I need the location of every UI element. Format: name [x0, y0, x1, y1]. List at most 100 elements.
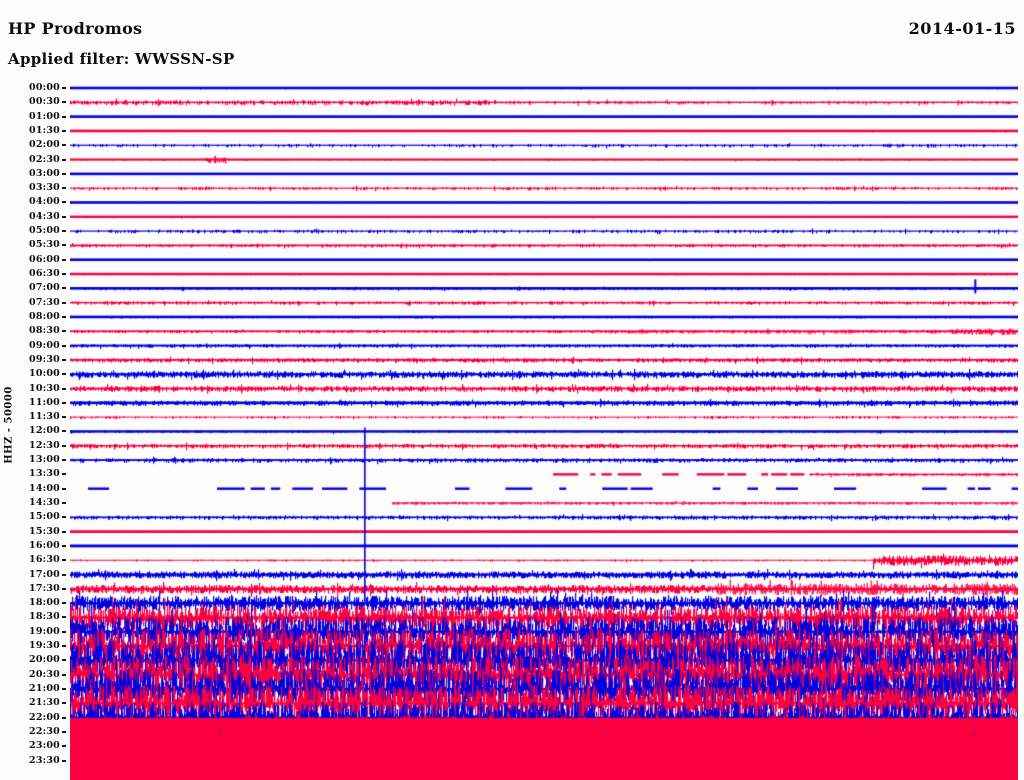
time-label: 02:30	[29, 153, 60, 165]
time-label: 19:00	[29, 625, 60, 637]
date-label: 2014-01-15	[908, 19, 1016, 38]
row-tick	[62, 745, 66, 748]
time-label: 20:00	[29, 654, 60, 666]
time-label: 06:00	[29, 253, 60, 265]
row-tick	[62, 172, 66, 175]
row-tick	[62, 444, 66, 447]
row-tick	[62, 730, 66, 733]
row-tick	[62, 559, 66, 562]
helicorder-page: HP Prodromos Applied filter: WWSSN-SP 20…	[0, 0, 1024, 780]
row-tick	[62, 416, 66, 419]
row-tick	[62, 759, 66, 762]
time-label: 19:30	[29, 640, 60, 652]
row-tick	[62, 501, 66, 504]
time-label: 14:00	[29, 482, 60, 494]
time-label: 15:00	[29, 511, 60, 523]
time-label: 22:00	[29, 711, 60, 723]
row-tick	[62, 373, 66, 376]
time-label: 03:30	[29, 182, 60, 194]
row-tick	[62, 630, 66, 633]
row-tick	[62, 201, 66, 204]
time-label: 10:30	[29, 382, 60, 394]
time-label: 01:00	[29, 110, 60, 122]
row-tick	[62, 315, 66, 318]
time-label: 17:30	[29, 582, 60, 594]
time-label: 20:30	[29, 668, 60, 680]
row-tick	[62, 587, 66, 590]
row-tick	[62, 430, 66, 433]
row-tick	[62, 115, 66, 118]
time-label: 21:30	[29, 697, 60, 709]
time-label: 14:30	[29, 496, 60, 508]
time-label: 16:00	[29, 539, 60, 551]
time-label: 17:00	[29, 568, 60, 580]
time-label: 01:30	[29, 124, 60, 136]
row-tick	[62, 401, 66, 404]
row-tick	[62, 602, 66, 605]
time-label: 23:00	[29, 740, 60, 752]
row-tick	[62, 358, 66, 361]
row-tick	[62, 387, 66, 390]
time-label: 12:00	[29, 425, 60, 437]
row-tick	[62, 144, 66, 147]
row-tick	[62, 230, 66, 233]
row-tick	[62, 459, 66, 462]
time-label: 07:30	[29, 296, 60, 308]
row-tick	[62, 215, 66, 218]
row-tick	[62, 473, 66, 476]
time-label: 02:00	[29, 139, 60, 151]
row-tick	[62, 487, 66, 490]
time-label: 03:00	[29, 167, 60, 179]
time-label: 00:30	[29, 96, 60, 108]
time-label: 13:00	[29, 454, 60, 466]
row-tick	[62, 516, 66, 519]
time-label: 21:00	[29, 683, 60, 695]
row-tick	[62, 87, 66, 89]
row-tick	[62, 659, 66, 662]
row-tick	[62, 702, 66, 705]
row-tick	[62, 301, 66, 304]
time-label: 04:00	[29, 196, 60, 208]
row-tick	[62, 244, 66, 247]
row-tick	[62, 273, 66, 276]
row-tick	[62, 258, 66, 261]
time-label: 16:30	[29, 554, 60, 566]
row-tick	[62, 344, 66, 347]
row-tick	[62, 616, 66, 619]
time-label: 05:00	[29, 225, 60, 237]
row-tick	[62, 688, 66, 691]
helicorder-traces	[70, 80, 1018, 780]
time-label: 22:30	[29, 725, 60, 737]
row-tick	[62, 158, 66, 161]
row-tick	[62, 530, 66, 533]
time-label: 09:30	[29, 353, 60, 365]
row-tick	[62, 187, 66, 190]
time-label: 08:00	[29, 310, 60, 322]
time-label: 10:00	[29, 368, 60, 380]
time-label: 11:00	[29, 396, 60, 408]
applied-filter-label: Applied filter: WWSSN-SP	[8, 50, 235, 68]
time-label: 12:30	[29, 439, 60, 451]
row-tick	[62, 673, 66, 676]
time-label: 04:30	[29, 210, 60, 222]
row-tick	[62, 287, 66, 290]
time-label: 15:30	[29, 525, 60, 537]
time-label: 11:30	[29, 411, 60, 423]
time-label: 08:30	[29, 325, 60, 337]
time-label: 07:00	[29, 282, 60, 294]
time-label: 00:00	[29, 82, 60, 93]
time-label: 13:30	[29, 468, 60, 480]
row-tick	[62, 645, 66, 648]
time-label: 05:30	[29, 239, 60, 251]
row-tick	[62, 101, 66, 104]
time-label: 18:00	[29, 597, 60, 609]
time-label: 09:00	[29, 339, 60, 351]
row-tick	[62, 716, 66, 719]
station-title: HP Prodromos	[8, 19, 143, 38]
time-label: 23:30	[29, 754, 60, 766]
row-tick	[62, 330, 66, 333]
time-label: 06:30	[29, 268, 60, 280]
row-tick	[62, 573, 66, 576]
row-tick	[62, 129, 66, 132]
time-label: 18:30	[29, 611, 60, 623]
